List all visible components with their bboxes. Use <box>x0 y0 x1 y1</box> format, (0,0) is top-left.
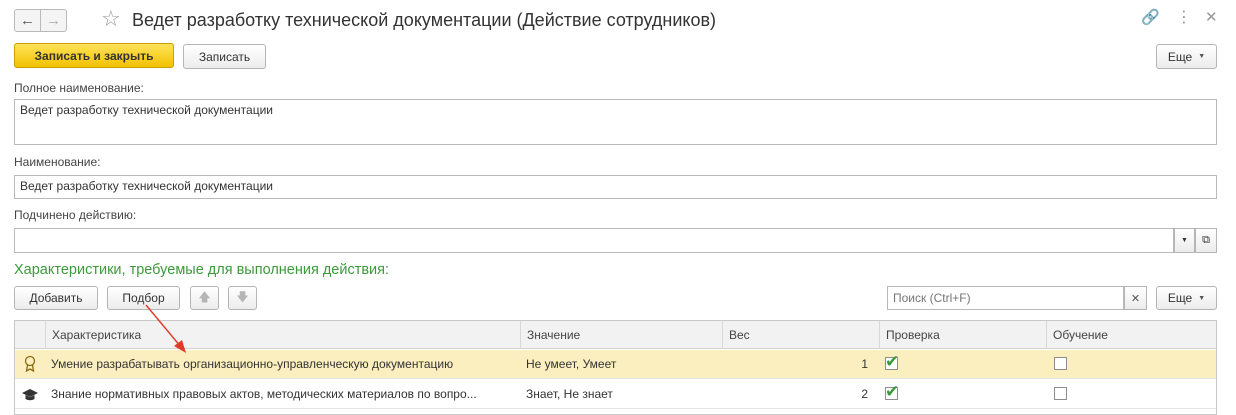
save-label: Записать <box>198 49 251 64</box>
annotation-arrow <box>145 304 186 353</box>
checkmark-icon: ✔ <box>885 382 900 401</box>
parent-action-label: Подчинено действию: <box>14 208 137 222</box>
search-input[interactable] <box>887 286 1124 310</box>
characteristics-section-title: Характеристики, требуемые для выполнения… <box>14 262 390 278</box>
graduation-cap-icon <box>19 380 45 409</box>
full-name-field[interactable]: Ведет разработку технической документаци… <box>14 99 1217 145</box>
name-field[interactable]: Ведет разработку технической документаци… <box>14 175 1217 199</box>
cell-value: Знает, Не знает <box>526 387 613 401</box>
chevron-down-icon: ▼ <box>1181 237 1188 244</box>
open-form-icon: ⧉ <box>1202 234 1210 246</box>
header-characteristic[interactable]: Характеристика <box>45 321 520 349</box>
more-label: Еще <box>1167 49 1193 64</box>
checkmark-icon: ✔ <box>885 352 900 371</box>
chevron-down-icon: ▼ <box>1198 53 1206 60</box>
parent-action-field[interactable] <box>14 228 1174 253</box>
cell-value: Не умеет, Умеет <box>526 357 617 371</box>
save-and-close-button[interactable]: Записать и закрыть <box>14 43 174 68</box>
cell-characteristic: Умение разрабатывать организационно-упра… <box>51 357 454 371</box>
table-row[interactable]: Знание нормативных правовых актов, метод… <box>15 380 1216 409</box>
table-more-label: Еще <box>1167 291 1193 305</box>
arrow-down-icon: 🡇 <box>236 289 249 304</box>
back-button[interactable]: ← <box>14 9 41 32</box>
window-title: Ведет разработку технической документаци… <box>132 10 717 30</box>
cell-weight: 2 <box>861 387 868 401</box>
more-menu-icon[interactable]: ⋮ <box>1176 10 1192 26</box>
arrow-up-icon: 🡅 <box>198 289 211 304</box>
skill-badge-icon <box>19 350 45 379</box>
dropdown-button[interactable]: ▼ <box>1174 228 1195 253</box>
header-weight[interactable]: Вес <box>722 321 879 349</box>
table-more-button[interactable]: Еще ▼ <box>1156 286 1217 310</box>
forward-button[interactable]: → <box>40 9 67 32</box>
move-down-button[interactable]: 🡇 <box>228 286 257 310</box>
training-checkbox[interactable] <box>1054 387 1067 400</box>
open-button[interactable]: ⧉ <box>1195 228 1217 253</box>
header-value[interactable]: Значение <box>520 321 722 349</box>
name-label: Наименование: <box>14 155 101 169</box>
cell-characteristic: Знание нормативных правовых актов, метод… <box>51 387 477 401</box>
check-checkbox[interactable]: ✔ <box>885 353 899 370</box>
link-icon[interactable]: 🔗 <box>1141 10 1160 25</box>
header-training[interactable]: Обучение <box>1046 321 1216 349</box>
save-button[interactable]: Записать <box>183 44 266 69</box>
cell-weight: 1 <box>861 357 868 371</box>
arrow-right-icon: → <box>46 12 61 29</box>
more-button[interactable]: Еще ▼ <box>1156 44 1217 69</box>
close-icon[interactable]: ✕ <box>1205 10 1218 25</box>
full-name-label: Полное наименование: <box>14 81 144 95</box>
add-button[interactable]: Добавить <box>14 286 98 310</box>
check-checkbox[interactable]: ✔ <box>885 383 899 400</box>
favorite-star-icon[interactable]: ☆ <box>101 8 121 30</box>
header-icon-col <box>15 321 45 349</box>
chevron-down-icon: ▼ <box>1198 294 1206 302</box>
arrow-left-icon: ← <box>20 12 35 29</box>
clear-icon: ✕ <box>1130 292 1141 305</box>
header-check[interactable]: Проверка <box>879 321 1046 349</box>
training-checkbox[interactable] <box>1054 357 1067 370</box>
save-and-close-label: Записать и закрыть <box>34 48 154 63</box>
add-label: Добавить <box>29 291 83 305</box>
clear-search-button[interactable]: ✕ <box>1124 286 1147 310</box>
